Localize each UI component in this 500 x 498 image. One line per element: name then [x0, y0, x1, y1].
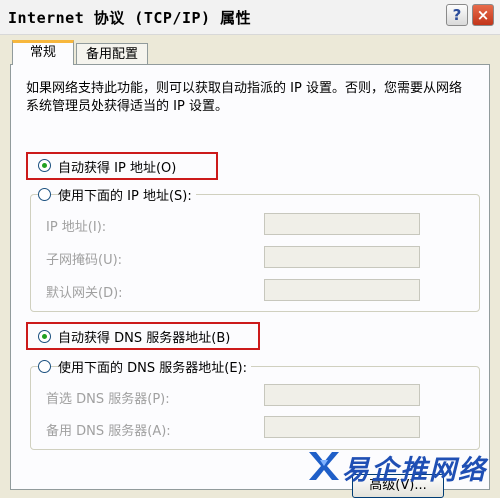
default-gateway-field[interactable]	[264, 279, 420, 301]
ip-address-label: IP 地址(I):	[46, 220, 107, 235]
title-bar: Internet 协议 (TCP/IP) 属性 ? ×	[0, 0, 500, 35]
watermark-logo-icon	[309, 452, 339, 480]
ip-auto-radio[interactable]	[38, 159, 51, 172]
help-button[interactable]: ?	[446, 4, 468, 26]
dns-manual-label[interactable]: 使用下面的 DNS 服务器地址(E):	[58, 357, 251, 376]
alternate-dns-label: 备用 DNS 服务器(A):	[46, 424, 171, 439]
description-text: 如果网络支持此功能，则可以获取自动指派的 IP 设置。否则，您需要从网络系统管理…	[26, 81, 462, 114]
watermark: 易企推网络	[306, 446, 496, 488]
preferred-dns-label: 首选 DNS 服务器(P):	[46, 392, 170, 407]
ip-manual-radio[interactable]	[38, 188, 51, 201]
ip-address-field[interactable]	[264, 213, 420, 235]
window-title: Internet 协议 (TCP/IP) 属性	[8, 9, 252, 27]
ip-manual-label[interactable]: 使用下面的 IP 地址(S):	[58, 185, 196, 204]
subnet-mask-label: 子网掩码(U):	[46, 253, 123, 268]
tab-general[interactable]: 常规	[12, 40, 74, 65]
dns-auto-radio[interactable]	[38, 330, 51, 343]
alternate-dns-field[interactable]	[264, 416, 420, 438]
default-gateway-label: 默认网关(D):	[46, 286, 123, 301]
close-button[interactable]: ×	[472, 4, 494, 26]
dns-auto-label[interactable]: 自动获得 DNS 服务器地址(B)	[58, 327, 230, 346]
tab-alternate-config[interactable]: 备用配置	[76, 43, 148, 65]
watermark-text: 易企推网络	[342, 455, 487, 486]
dns-manual-radio[interactable]	[38, 360, 51, 373]
subnet-mask-field[interactable]	[264, 246, 420, 268]
ip-auto-label[interactable]: 自动获得 IP 地址(O)	[58, 157, 176, 176]
preferred-dns-field[interactable]	[264, 384, 420, 406]
